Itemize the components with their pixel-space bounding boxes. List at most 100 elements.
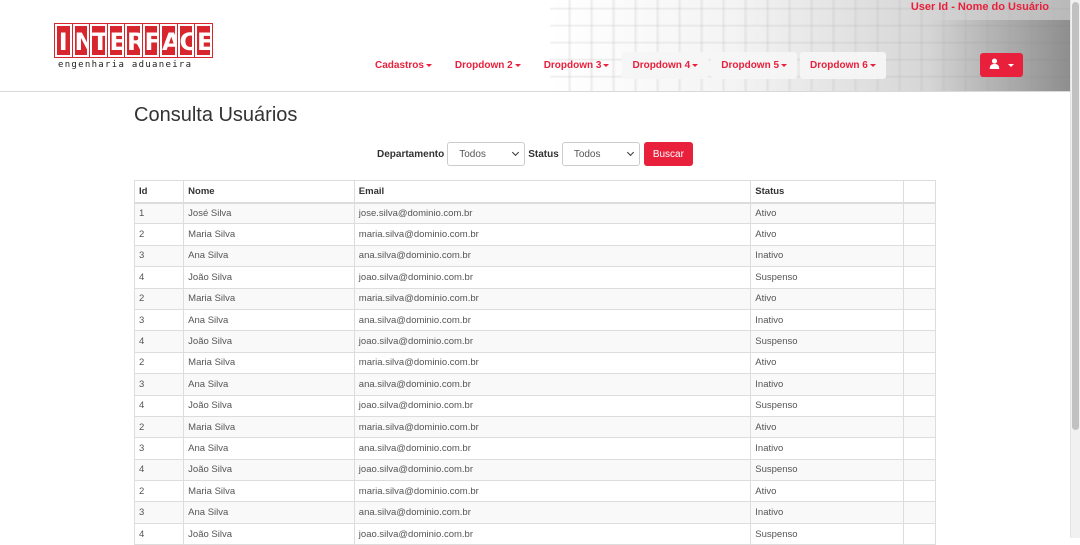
- table-row[interactable]: 2 Maria Silva maria.silva@dominio.com.br At…: [133, 480, 937, 503]
- table-row[interactable]: 3 Ana Silva ana.silva@dominio.com.br Inativ…: [133, 373, 937, 396]
- cell-id: 4: [133, 458, 185, 482]
- nav-dropdown-6[interactable]: Dropdown 6: [800, 52, 886, 79]
- column-header-nome[interactable]: Nome: [183, 180, 355, 204]
- top-header: INTERFACE engenharia aduaneira User Id -…: [0, 0, 1070, 92]
- cell-id: 3: [133, 501, 185, 524]
- column-header-id[interactable]: Id: [133, 180, 185, 204]
- nav-cadastros[interactable]: Cadastros: [365, 52, 442, 79]
- cell-id: 3: [133, 244, 185, 268]
- cell-status: Suspenso: [750, 522, 904, 545]
- cell-nome: João Silva: [183, 266, 355, 289]
- logo-letter: N: [71, 23, 95, 58]
- nav-label: Dropdown 3: [543, 60, 602, 71]
- column-header-email[interactable]: Email: [353, 180, 752, 204]
- table-row[interactable]: 3 Ana Silva ana.silva@dominio.com.br Inativ…: [133, 244, 937, 268]
- main-nav: Cadastros Dropdown 2 Dropdown 3 Dropdown…: [365, 52, 886, 79]
- nav-label: Dropdown 5: [721, 60, 780, 71]
- cell-status: Ativo: [750, 201, 904, 225]
- departamento-label: Departamento: [377, 148, 445, 160]
- caret-down-icon: [692, 64, 699, 67]
- cell-status: Suspenso: [750, 394, 904, 417]
- chevron-down-icon: [626, 148, 634, 157]
- table-row[interactable]: 2 Maria Silva maria.silva@dominio.com.br At…: [133, 351, 937, 375]
- cell-actions: [902, 308, 937, 332]
- status-label: Status: [528, 148, 559, 160]
- cell-nome: Maria Silva: [183, 480, 355, 503]
- scrollbar-thumb[interactable]: [1072, 2, 1079, 430]
- cell-id: 2: [133, 287, 185, 310]
- user-menu-button[interactable]: [980, 53, 1023, 77]
- cell-id: 2: [133, 480, 185, 503]
- cell-nome: João Silva: [183, 458, 355, 482]
- table-header-row: Id Nome Email Status: [133, 180, 937, 204]
- nav-dropdown-2[interactable]: Dropdown 2: [445, 52, 531, 79]
- column-header-status[interactable]: Status: [750, 180, 904, 204]
- cell-email: maria.silva@dominio.com.br: [353, 480, 752, 503]
- cell-actions: [902, 223, 937, 246]
- table-row[interactable]: 4 João Silva joao.silva@dominio.com.br Susp…: [133, 394, 937, 417]
- logo-letter: A: [159, 23, 181, 58]
- cell-id: 3: [133, 373, 185, 396]
- table-row[interactable]: 3 Ana Silva ana.silva@dominio.com.br Inativ…: [133, 308, 937, 332]
- column-header-actions: [902, 180, 937, 204]
- table-row[interactable]: 2 Maria Silva maria.silva@dominio.com.br At…: [133, 415, 937, 439]
- table-row[interactable]: 4 João Silva joao.silva@dominio.com.br Susp…: [133, 266, 937, 289]
- users-table: Id Nome Email Status 1 José Silva jose.sil…: [133, 180, 937, 545]
- cell-email: maria.silva@dominio.com.br: [353, 223, 752, 246]
- cell-email: joao.silva@dominio.com.br: [353, 330, 752, 353]
- cell-status: Suspenso: [750, 266, 904, 289]
- cell-email: joao.silva@dominio.com.br: [353, 522, 752, 545]
- logo-letter: T: [89, 23, 108, 58]
- status-select[interactable]: Todos: [561, 142, 640, 166]
- cell-status: Ativo: [750, 287, 904, 310]
- logo-letter: E: [106, 23, 126, 58]
- cell-email: ana.silva@dominio.com.br: [353, 244, 752, 268]
- cell-status: Inativo: [750, 373, 904, 396]
- cell-email: ana.silva@dominio.com.br: [353, 308, 752, 332]
- cell-status: Ativo: [750, 415, 904, 439]
- caret-down-icon: [869, 64, 876, 67]
- search-button[interactable]: Buscar: [643, 142, 693, 166]
- nav-label: Dropdown 6: [810, 60, 868, 71]
- table-row[interactable]: 4 João Silva joao.silva@dominio.com.br Susp…: [133, 522, 937, 545]
- cell-actions: [902, 266, 937, 289]
- table-row[interactable]: 2 Maria Silva maria.silva@dominio.com.br At…: [133, 287, 937, 310]
- cell-id: 4: [133, 522, 185, 545]
- cell-email: joao.silva@dominio.com.br: [353, 458, 752, 482]
- cell-actions: [902, 480, 937, 503]
- nav-dropdown-4[interactable]: Dropdown 4: [622, 52, 709, 79]
- nav-dropdown-3[interactable]: Dropdown 3: [534, 52, 620, 79]
- cell-actions: [902, 244, 937, 268]
- cell-email: ana.silva@dominio.com.br: [353, 373, 752, 396]
- table-row[interactable]: 3 Ana Silva ana.silva@dominio.com.br Inativ…: [133, 437, 937, 460]
- cell-status: Inativo: [750, 501, 904, 524]
- nav-label: Cadastros: [375, 60, 424, 71]
- caret-down-icon: [514, 64, 521, 67]
- cell-status: Ativo: [750, 480, 904, 503]
- cell-nome: Ana Silva: [183, 308, 355, 332]
- nav-label: Dropdown 2: [454, 60, 513, 71]
- table-row[interactable]: 1 José Silva jose.silva@dominio.com.br Ativ…: [133, 201, 937, 225]
- cell-nome: João Silva: [183, 394, 355, 417]
- cell-email: ana.silva@dominio.com.br: [353, 437, 752, 460]
- cell-id: 2: [133, 223, 185, 246]
- departamento-value: Todos: [459, 148, 486, 160]
- departamento-select[interactable]: Todos: [447, 142, 526, 166]
- table-row[interactable]: 4 João Silva joao.silva@dominio.com.br Susp…: [133, 330, 937, 353]
- page-title: Consulta Usuários: [134, 104, 298, 126]
- table-row[interactable]: 3 Ana Silva ana.silva@dominio.com.br Inativ…: [133, 501, 937, 524]
- table-row[interactable]: 4 João Silva joao.silva@dominio.com.br Susp…: [133, 458, 937, 482]
- vertical-scrollbar[interactable]: [1070, 0, 1080, 538]
- logo-letter: I: [54, 23, 73, 58]
- cell-nome: Ana Silva: [183, 244, 355, 268]
- cell-status: Inativo: [750, 308, 904, 332]
- user-name-label[interactable]: User Id - Nome do Usuário: [911, 1, 1049, 13]
- cell-actions: [902, 330, 937, 353]
- cell-email: maria.silva@dominio.com.br: [353, 415, 752, 439]
- cell-nome: João Silva: [183, 522, 355, 545]
- cell-id: 4: [133, 394, 185, 417]
- table-row[interactable]: 2 Maria Silva maria.silva@dominio.com.br At…: [133, 223, 937, 246]
- cell-actions: [902, 201, 937, 225]
- nav-dropdown-5[interactable]: Dropdown 5: [711, 52, 798, 79]
- company-logo[interactable]: INTERFACE engenharia aduaneira: [54, 23, 215, 74]
